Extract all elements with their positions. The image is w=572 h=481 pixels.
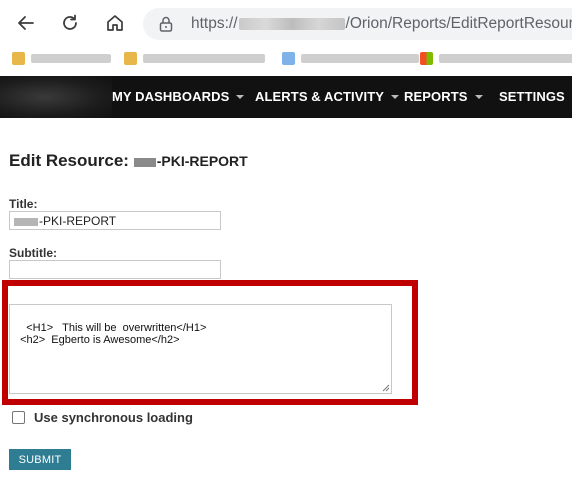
title-input[interactable]: -PKI-REPORT <box>9 211 221 230</box>
page-title-prefix: Edit Resource: <box>9 151 134 170</box>
menu-my-dashboards[interactable]: MY DASHBOARDS <box>112 89 245 104</box>
menu-settings[interactable]: SETTINGS <box>499 89 572 104</box>
cloud-icon <box>282 51 295 65</box>
microsoft-icon <box>420 51 433 65</box>
bookmarks-bar <box>0 44 572 72</box>
home-icon <box>107 15 123 31</box>
back-button[interactable] <box>11 8 41 38</box>
bookmark-label-redacted <box>31 53 111 63</box>
url-path: /Orion/Reports/EditReportResource.as <box>345 15 572 32</box>
folder-icon <box>124 51 137 65</box>
title-input-value: -PKI-REPORT <box>14 214 116 228</box>
app-navbar: MY DASHBOARDS ALERTS & ACTIVITY REPORTS … <box>0 76 572 118</box>
submit-button[interactable]: SUBMIT <box>9 449 71 470</box>
textarea-content: <H1> This will be overwritten</H1> <h2> … <box>20 321 207 347</box>
bookmark-item[interactable] <box>282 51 419 65</box>
sync-loading-label: Use synchronous loading <box>34 410 193 425</box>
bookmark-item[interactable] <box>420 51 572 65</box>
subtitle-input[interactable] <box>9 260 221 279</box>
caret-down-icon <box>391 94 400 99</box>
home-button[interactable] <box>100 8 130 38</box>
back-arrow-icon <box>18 16 34 30</box>
menu-label: ALERTS & ACTIVITY <box>255 89 385 104</box>
bookmark-label-redacted <box>301 53 419 63</box>
menu-label: SETTINGS <box>499 89 565 104</box>
url-redacted-host <box>238 17 345 30</box>
bookmark-label-redacted <box>439 53 572 63</box>
resize-grip-icon[interactable] <box>381 383 390 392</box>
redacted-text <box>14 217 38 226</box>
reload-button[interactable] <box>55 8 85 38</box>
sync-loading-checkbox[interactable] <box>12 411 25 424</box>
app-logo[interactable] <box>0 76 112 118</box>
page-title: Edit Resource: -PKI-REPORT <box>9 151 248 171</box>
page: https:// /Orion/Reports/EditReportResourc… <box>0 0 572 481</box>
sync-loading-option[interactable]: Use synchronous loading <box>12 410 193 425</box>
reload-icon <box>63 14 77 30</box>
folder-icon <box>12 51 25 65</box>
menu-reports[interactable]: REPORTS <box>404 89 483 104</box>
caret-down-icon <box>236 94 245 99</box>
url-prefix: https:// <box>191 15 238 32</box>
bookmark-label-redacted <box>143 53 265 63</box>
menu-label: REPORTS <box>404 89 468 104</box>
title-label: Title: <box>9 197 38 211</box>
browser-toolbar: https:// /Orion/Reports/EditReportResourc… <box>0 0 572 44</box>
page-title-name: -PKI-REPORT <box>156 153 248 169</box>
subtitle-label: Subtitle: <box>9 246 57 260</box>
title-input-text: -PKI-REPORT <box>39 214 117 228</box>
menu-alerts-activity[interactable]: ALERTS & ACTIVITY <box>255 89 400 104</box>
bookmark-item[interactable] <box>124 51 265 65</box>
menu-label: MY DASHBOARDS <box>112 89 230 104</box>
lock-icon <box>159 16 173 32</box>
caret-down-icon <box>474 94 483 99</box>
bookmark-item[interactable] <box>12 51 111 65</box>
address-bar[interactable]: https:// /Orion/Reports/EditReportResourc… <box>143 8 572 40</box>
url-text: https:// /Orion/Reports/EditReportResourc… <box>191 15 572 33</box>
redacted-text <box>133 157 156 167</box>
content-textarea[interactable]: <H1> This will be overwritten</H1> <h2> … <box>9 304 392 394</box>
